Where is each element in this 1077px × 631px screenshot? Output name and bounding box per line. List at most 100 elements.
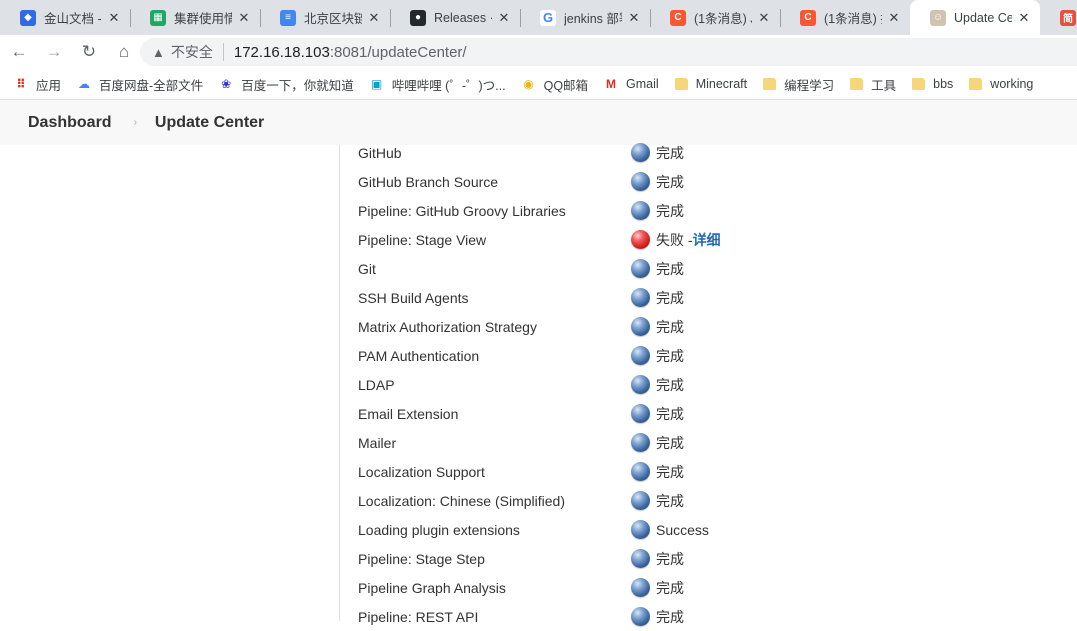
close-tab-icon[interactable]: ✕	[236, 10, 252, 26]
breadcrumb-dashboard-link[interactable]: Dashboard	[28, 114, 112, 132]
bookmark-label: 编程学习	[784, 78, 835, 93]
reload-button[interactable]: ↻	[73, 38, 105, 66]
blue-ball-icon	[631, 201, 650, 220]
bookmark-label: 哔哩哔哩 (゜-゜)つ...	[391, 78, 506, 93]
blue-ball-icon	[631, 578, 650, 597]
plugin-status: 完成	[656, 144, 684, 161]
plugin-name: Matrix Authorization Strategy	[358, 318, 537, 335]
plugin-status: 完成	[656, 608, 684, 625]
plugin-name: GitHub	[358, 144, 402, 161]
browser-tab[interactable]: 简简	[1040, 0, 1077, 35]
plugin-row: Git 完成	[358, 254, 1058, 283]
bookmark-label: 百度网盘-全部文件	[99, 78, 204, 93]
plugin-name: Localization Support	[358, 463, 485, 480]
close-tab-icon[interactable]: ✕	[886, 10, 902, 26]
plugin-status: 完成	[656, 260, 684, 277]
bookmark-label: working	[990, 77, 1034, 91]
plugin-row: Matrix Authorization Strategy 完成	[358, 312, 1058, 341]
plugin-status: 完成	[656, 550, 684, 567]
close-tab-icon[interactable]: ✕	[496, 10, 512, 26]
close-tab-icon[interactable]: ✕	[626, 10, 642, 26]
close-tab-icon[interactable]: ✕	[756, 10, 772, 26]
bookmark-label: Minecraft	[695, 77, 748, 91]
tab-title: Update Cen	[954, 10, 1012, 25]
plugin-name: Localization: Chinese (Simplified)	[358, 492, 565, 509]
breadcrumb-update-center[interactable]: Update Center	[155, 114, 264, 132]
plugin-name: Mailer	[358, 434, 397, 451]
plugin-status: 完成	[656, 463, 684, 480]
plugin-row: Loading plugin extensions Success	[358, 515, 1058, 544]
bookmark-item[interactable]: M Gmail	[604, 77, 659, 91]
home-button[interactable]: ⌂	[108, 38, 140, 66]
bookmark-label: 百度一下，你就知道	[241, 78, 354, 93]
blue-ball-icon	[631, 143, 650, 162]
apps-icon: ⠿	[16, 77, 26, 91]
browser-tab[interactable]: ☺ Update Cen ✕	[910, 0, 1040, 35]
blue-ball-icon	[631, 491, 650, 510]
browser-tab[interactable]: Gjenkins 部署 ✕	[520, 0, 650, 35]
forward-button[interactable]: →	[38, 38, 70, 66]
browser-tab[interactable]: ≡ 北京区块链 ✕	[260, 0, 390, 35]
browser-tab[interactable]: ◆ 金山文档 - 金 ✕	[0, 0, 130, 35]
insecure-label[interactable]: 不安全	[171, 42, 213, 62]
folder-icon	[850, 78, 864, 90]
bookmark-item[interactable]: bbs	[912, 77, 953, 91]
bookmark-item[interactable]: ☁ 百度网盘-全部文件	[77, 75, 203, 94]
bookmark-item[interactable]: ❀ 百度一下，你就知道	[219, 75, 354, 94]
tab-title: (1条消息) Je	[694, 12, 752, 26]
tab-favicon-icon: ≡	[280, 9, 296, 26]
tab-title: Releases · v	[434, 10, 492, 25]
bookmark-label: bbs	[933, 77, 954, 91]
folder-icon	[969, 78, 983, 90]
blue-ball-icon	[631, 346, 650, 365]
bookmark-item[interactable]: 编程学习	[763, 75, 834, 94]
browser-tab[interactable]: ● Releases · v ✕	[390, 0, 520, 35]
blue-ball-icon	[631, 520, 650, 539]
plugin-row: PAM Authentication 完成	[358, 341, 1058, 370]
gmail-icon: M	[606, 77, 617, 91]
close-tab-icon[interactable]: ✕	[1016, 10, 1032, 26]
plugin-row: Email Extension 完成	[358, 399, 1058, 428]
plugin-install-status-list: GitHub 完成 GitHub Branch Source 完成 Pipeline: …	[358, 138, 1058, 631]
bookmark-item[interactable]: 工具	[850, 75, 896, 94]
browser-tab[interactable]: C (1条消息) Je ✕	[650, 0, 780, 35]
address-separator	[222, 43, 224, 61]
plugin-name: Pipeline Graph Analysis	[358, 579, 506, 596]
close-tab-icon[interactable]: ✕	[106, 10, 122, 26]
plugin-status: 完成	[656, 289, 684, 306]
browser-tab[interactable]: ▦ 集群使用情况 ✕	[130, 0, 260, 35]
blue-ball-icon	[631, 317, 650, 336]
plugin-status: 完成	[656, 347, 684, 364]
chevron-right-icon[interactable]: ›	[134, 117, 137, 128]
close-tab-icon[interactable]: ✕	[366, 10, 382, 26]
folder-icon	[912, 78, 926, 90]
warning-icon[interactable]: ▲	[152, 45, 165, 60]
plugin-status: Success	[656, 521, 709, 538]
bookmark-item[interactable]: working	[969, 77, 1033, 91]
bookmark-item[interactable]: Minecraft	[674, 77, 748, 91]
cloud-icon: ☁	[78, 77, 91, 91]
blue-ball-icon	[631, 549, 650, 568]
bookmark-item[interactable]: ▣ 哔哩哔哩 (゜-゜)つ...	[370, 75, 506, 94]
plugin-row: Pipeline: Stage View 失败 - 详细	[358, 225, 1058, 254]
plugin-name: PAM Authentication	[358, 347, 480, 364]
address-bar[interactable]: ▲ 不安全 172.16.18.103 :8081/updateCenter/	[140, 38, 1077, 66]
side-panel-divider	[339, 145, 340, 621]
plugin-failure-details-link[interactable]: 详细	[693, 230, 721, 250]
tab-favicon-icon: ☺	[930, 9, 946, 26]
blue-ball-icon	[631, 172, 650, 191]
tab-favicon-icon: ▦	[150, 9, 166, 26]
plugin-row: GitHub 完成	[358, 138, 1058, 167]
plugin-row: Localization Support 完成	[358, 457, 1058, 486]
plugin-row: GitHub Branch Source 完成	[358, 167, 1058, 196]
plugin-name: Email Extension	[358, 405, 459, 422]
browser-tab[interactable]: C (1条消息) 排 ✕	[780, 0, 910, 35]
plugin-row: Pipeline Graph Analysis 完成	[358, 573, 1058, 602]
browser-tab-strip: ◆金山文档 - 金✕▦集群使用情况✕≡北京区块链✕●Releases · v✕G…	[0, 0, 1077, 35]
back-button[interactable]: ←	[3, 38, 35, 66]
bookmark-label: QQ邮箱	[543, 78, 589, 93]
bookmark-item[interactable]: ◉ QQ邮箱	[522, 75, 588, 94]
bookmark-item[interactable]: ⠿ 应用	[14, 75, 61, 94]
bookmark-label: Gmail	[626, 77, 659, 91]
plugin-row: Pipeline: GitHub Groovy Libraries 完成	[358, 196, 1058, 225]
